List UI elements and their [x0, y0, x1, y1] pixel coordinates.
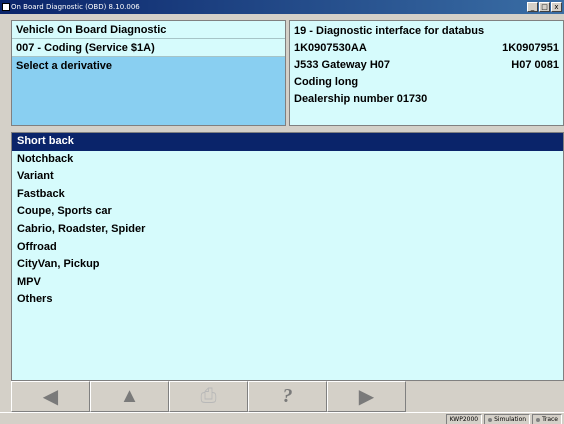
up-arrow-icon: ▲: [119, 385, 140, 407]
list-item[interactable]: Fastback: [12, 186, 563, 204]
dealership-line: Dealership number 01730: [294, 91, 559, 108]
minimize-button[interactable]: _: [527, 2, 538, 12]
list-item[interactable]: MPV: [12, 274, 563, 292]
window-title: On Board Diagnostic (OBD) 8.10.006: [11, 3, 140, 11]
list-item[interactable]: Cabrio, Roadster, Spider: [12, 221, 563, 239]
forward-button[interactable]: ▶: [327, 381, 406, 412]
part-number-line: 1K0907530AA 1K0907951: [294, 40, 559, 57]
list-item[interactable]: CityVan, Pickup: [12, 256, 563, 274]
component-label: J533 Gateway H07: [294, 59, 391, 71]
help-button[interactable]: ?: [248, 381, 327, 412]
list-item[interactable]: Offroad: [12, 239, 563, 257]
app-icon: [2, 3, 10, 11]
list-item[interactable]: Notchback: [12, 151, 563, 169]
simulation-label: Simulation: [494, 416, 527, 423]
restore-button[interactable]: □: [539, 2, 550, 12]
status-dot-icon: [488, 417, 493, 422]
part-number: 1K0907530AA: [294, 42, 367, 54]
print-button[interactable]: ⎙: [169, 381, 248, 412]
title-bar: On Board Diagnostic (OBD) 8.10.006 _ □ x: [0, 0, 564, 14]
close-button[interactable]: x: [551, 2, 562, 12]
forward-arrow-icon: ▶: [358, 386, 375, 408]
list-item[interactable]: Others: [12, 291, 563, 309]
module-line: 19 - Diagnostic interface for databus: [294, 23, 559, 40]
print-icon: ⎙: [200, 385, 217, 407]
status-bar: KWP2000 Simulation Trace: [0, 412, 564, 424]
module-label: 19 - Diagnostic interface for databus: [294, 25, 485, 37]
component-right: H07 0081: [511, 59, 559, 71]
dealership-label: Dealership number 01730: [294, 93, 428, 105]
back-arrow-icon: ◀: [42, 386, 59, 408]
list-item[interactable]: Variant: [12, 168, 563, 186]
derivative-list: Short back Notchback Variant Fastback Co…: [11, 132, 564, 381]
simulation-status: Simulation: [484, 414, 531, 424]
prompt-label: Select a derivative: [12, 57, 285, 125]
status-dot-icon: [536, 417, 541, 422]
window-controls: _ □ x: [527, 2, 562, 12]
trace-status: Trace: [532, 414, 562, 424]
help-icon: ?: [282, 385, 293, 407]
header-left-panel: Vehicle On Board Diagnostic 007 - Coding…: [11, 20, 286, 126]
list-item[interactable]: Short back: [12, 133, 563, 151]
protocol-status: KWP2000: [445, 414, 483, 424]
coding-line: Coding long: [294, 74, 559, 91]
back-button[interactable]: ◀: [11, 381, 90, 412]
part-number-right: 1K0907951: [502, 42, 559, 54]
status-cells: KWP2000 Simulation Trace: [445, 414, 562, 424]
panel-title: Vehicle On Board Diagnostic: [12, 21, 285, 39]
navigation-toolbar: ◀ ▲ ⎙ ? ▶: [11, 381, 564, 412]
list-item[interactable]: Coupe, Sports car: [12, 203, 563, 221]
component-line: J533 Gateway H07 H07 0081: [294, 57, 559, 74]
header-right-panel: 19 - Diagnostic interface for databus 1K…: [289, 20, 564, 126]
coding-label: Coding long: [294, 76, 359, 88]
up-button[interactable]: ▲: [90, 381, 169, 412]
trace-label: Trace: [542, 416, 558, 423]
function-label: 007 - Coding (Service $1A): [12, 39, 285, 57]
